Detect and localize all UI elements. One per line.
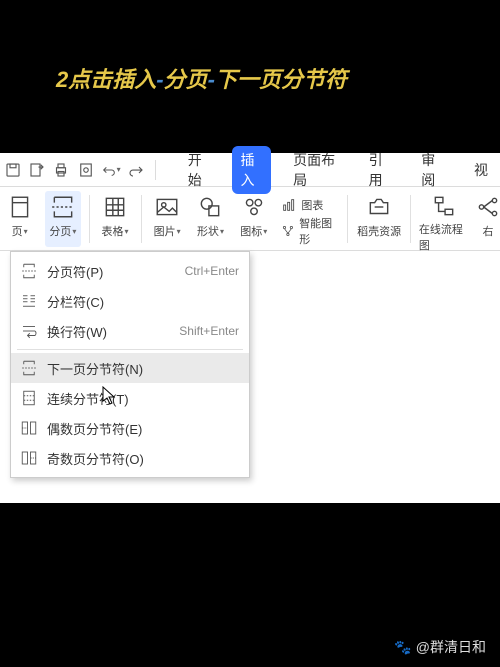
separator <box>155 160 156 180</box>
tab-view[interactable]: 视 <box>466 156 496 184</box>
separator <box>410 195 411 243</box>
quick-access-toolbar: ▾ 开始 插入 页面布局 引用 审阅 视 <box>0 153 500 187</box>
chart-smartart-group: 图表 智能图形 <box>279 191 339 243</box>
picture-button[interactable]: 图片▾ <box>150 191 185 247</box>
preview-icon[interactable] <box>77 160 95 180</box>
text-wrap-icon <box>19 321 39 341</box>
tab-references[interactable]: 引用 <box>361 146 400 194</box>
menu-page-break[interactable]: 分页符(P) Ctrl+Enter <box>11 256 249 286</box>
menu-separator <box>17 349 243 350</box>
next-page-break-icon <box>19 358 39 378</box>
flowchart-button[interactable]: 在线流程图 <box>419 191 470 247</box>
shape-icon <box>196 193 224 221</box>
menu-continuous-section-break[interactable]: 连续分节符(T) <box>11 383 249 413</box>
icon-gallery-icon <box>240 193 268 221</box>
separator <box>347 195 348 243</box>
chevron-down-icon: ▾ <box>72 227 76 236</box>
shape-button[interactable]: 形状▾ <box>193 191 228 247</box>
document-area: 分页符(P) Ctrl+Enter 分栏符(C) 换行符(W) Shift+En… <box>0 251 500 503</box>
mindmap-icon <box>474 193 500 221</box>
save-icon[interactable] <box>4 160 22 180</box>
cover-page-icon <box>6 193 34 221</box>
table-button[interactable]: 表格▾ <box>97 191 132 247</box>
export-icon[interactable] <box>28 160 46 180</box>
icon-button[interactable]: 图标▾ <box>236 191 271 247</box>
menu-column-break[interactable]: 分栏符(C) <box>11 286 249 316</box>
page-break-icon <box>49 193 77 221</box>
menu-even-page-section-break[interactable]: 偶数页分节符(E) <box>11 413 249 443</box>
tab-insert[interactable]: 插入 <box>232 146 271 194</box>
chevron-down-icon: ▾ <box>263 227 267 236</box>
separator <box>141 195 142 243</box>
continuous-break-icon <box>19 388 39 408</box>
extra-button[interactable]: 右 <box>478 191 498 247</box>
step-number: 2 <box>56 67 68 92</box>
assets-icon <box>365 193 393 221</box>
menu-text-wrap[interactable]: 换行符(W) Shift+Enter <box>11 316 249 346</box>
cover-page-button[interactable]: 页▾ <box>2 191 37 247</box>
ribbon-tabs: 开始 插入 页面布局 引用 审阅 视 <box>180 146 496 194</box>
page-break-button[interactable]: 分页▾ <box>45 191 80 247</box>
chevron-down-icon: ▾ <box>24 227 28 236</box>
tab-start[interactable]: 开始 <box>180 146 219 194</box>
tab-layout[interactable]: 页面布局 <box>285 146 346 194</box>
menu-odd-page-section-break[interactable]: 奇数页分节符(O) <box>11 443 249 473</box>
author-handle: @群清日和 <box>416 637 486 657</box>
undo-icon[interactable]: ▾ <box>101 160 121 180</box>
ribbon-insert: 页▾ 分页▾ 表格▾ 图片▾ 形状▾ 图标▾ <box>0 187 500 251</box>
page-break-icon <box>19 261 39 281</box>
print-icon[interactable] <box>52 160 70 180</box>
even-page-break-icon <box>19 418 39 438</box>
tab-review[interactable]: 审阅 <box>413 146 452 194</box>
chevron-down-icon: ▾ <box>125 227 129 236</box>
paw-icon: 🐾 <box>394 639 411 656</box>
table-icon <box>101 193 129 221</box>
assets-button[interactable]: 稻壳资源 <box>356 191 402 247</box>
word-processor-window: ▾ 开始 插入 页面布局 引用 审阅 视 页▾ 分页▾ <box>0 153 500 503</box>
redo-icon[interactable] <box>127 160 145 180</box>
chevron-down-icon: ▾ <box>177 227 181 236</box>
watermark: 🐾 @群清日和 <box>394 637 486 657</box>
instruction-caption: 2点击插入-分页-下一页分节符 <box>56 62 347 94</box>
chart-button[interactable]: 图表 <box>279 193 339 217</box>
picture-icon <box>153 193 181 221</box>
column-break-icon <box>19 291 39 311</box>
page-break-dropdown-menu: 分页符(P) Ctrl+Enter 分栏符(C) 换行符(W) Shift+En… <box>10 251 250 478</box>
flowchart-icon <box>430 193 458 219</box>
chevron-down-icon: ▾ <box>220 227 224 236</box>
smartart-button[interactable]: 智能图形 <box>279 219 339 243</box>
odd-page-break-icon <box>19 448 39 468</box>
menu-next-page-section-break[interactable]: 下一页分节符(N) <box>11 353 249 383</box>
separator <box>89 195 90 243</box>
